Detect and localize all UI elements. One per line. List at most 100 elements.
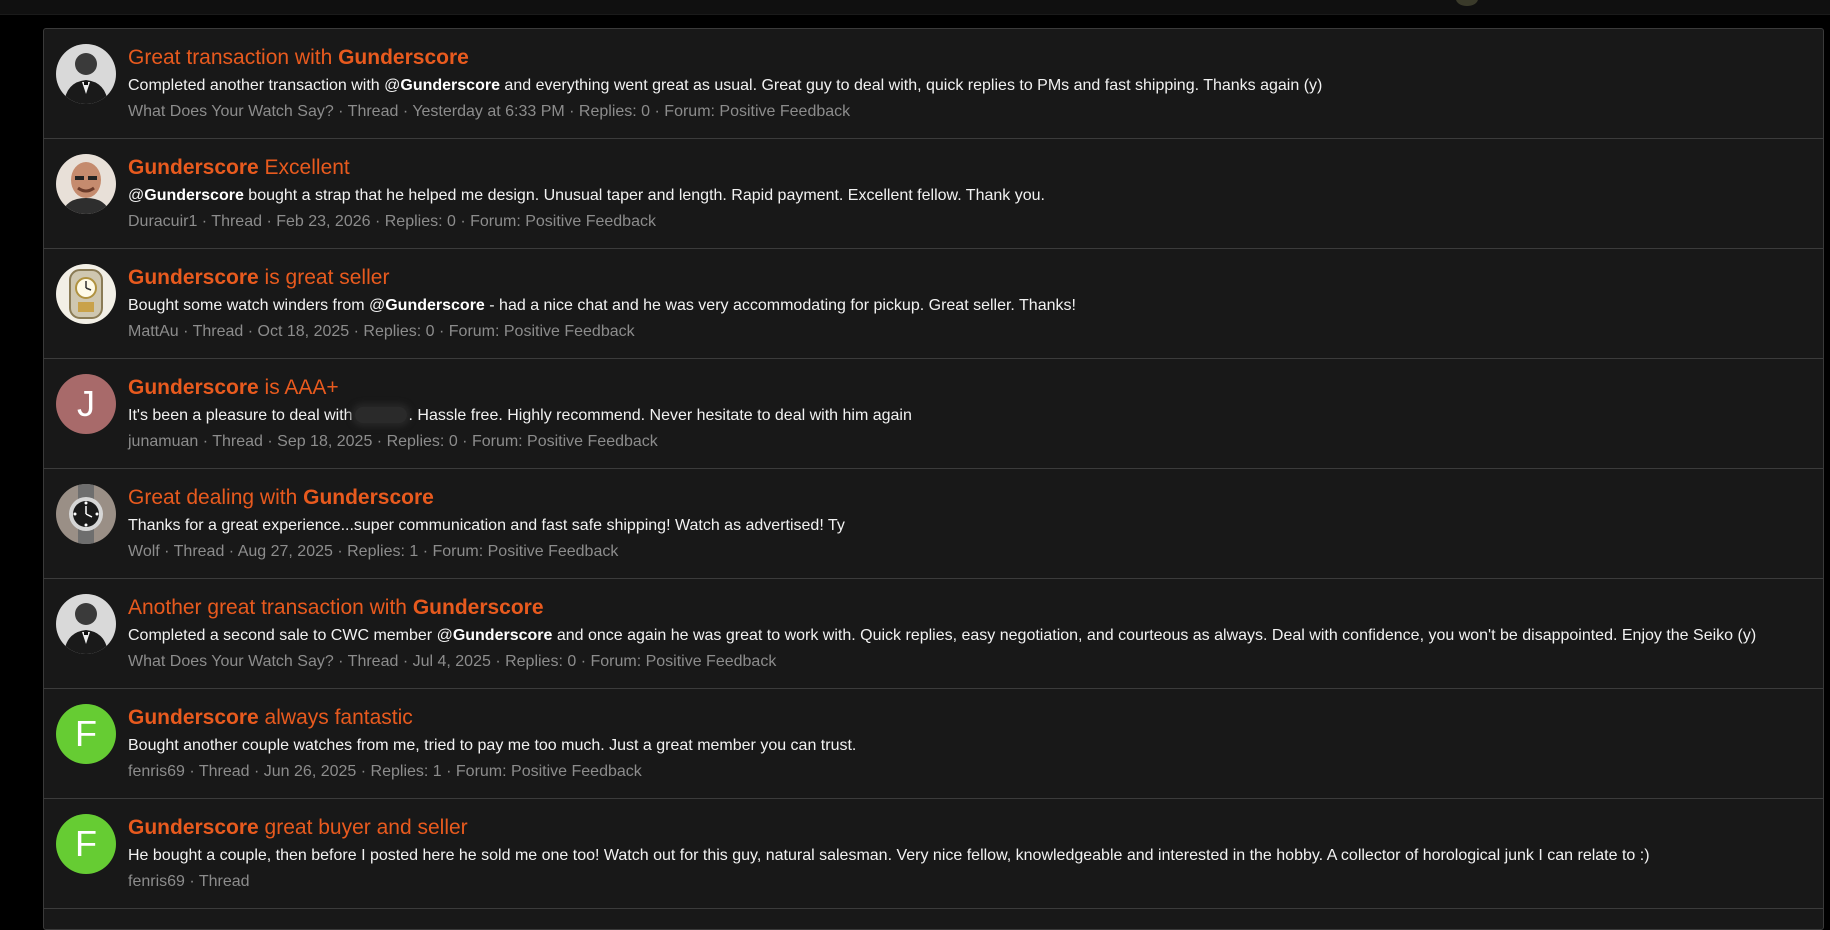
- result-title-link[interactable]: Gunderscore is AAA+: [128, 374, 1811, 402]
- forum-link[interactable]: Forum: Positive Feedback: [664, 103, 850, 120]
- forum-link[interactable]: Forum: Positive Feedback: [433, 543, 619, 560]
- author-avatar[interactable]: F: [56, 704, 116, 764]
- title-highlight: Gunderscore: [128, 376, 259, 399]
- snippet-text: Completed another transaction with @: [128, 77, 401, 94]
- forum-link[interactable]: Forum: Positive Feedback: [449, 323, 635, 340]
- forum-link[interactable]: Forum: Positive Feedback: [470, 213, 656, 230]
- result-title-link[interactable]: Gunderscore Excellent: [128, 154, 1811, 182]
- meta-separator: ·: [370, 213, 385, 230]
- meta-separator: ·: [490, 653, 506, 670]
- meta-separator: ·: [455, 213, 471, 230]
- author-link[interactable]: What Does Your Watch Say?: [128, 103, 334, 120]
- redacted-username: [354, 407, 407, 423]
- meta-separator: ·: [457, 433, 472, 450]
- result-snippet: Thanks for a great experience...super co…: [128, 515, 1811, 537]
- snippet-text: . Hassle free. Highly recommend. Never h…: [408, 407, 912, 424]
- post-date: Feb 23, 2026: [276, 213, 371, 230]
- forum-link[interactable]: Forum: Positive Feedback: [590, 653, 776, 670]
- meta-separator: ·: [332, 543, 348, 560]
- meta-separator: ·: [184, 873, 199, 890]
- search-result-item: Gunderscore is great seller Bought some w…: [44, 249, 1823, 359]
- avatar-letter: J: [56, 374, 116, 434]
- title-highlight: Gunderscore: [128, 156, 259, 179]
- reply-count: Replies: 0: [505, 653, 577, 670]
- author-link[interactable]: What Does Your Watch Say?: [128, 653, 334, 670]
- user-avatar[interactable]: [1456, 0, 1478, 6]
- result-title-link[interactable]: Gunderscore always fantastic: [128, 704, 1811, 732]
- post-date: Yesterday at 6:33 PM: [412, 103, 565, 120]
- result-content: Gunderscore is great seller Bought some w…: [128, 264, 1811, 343]
- snippet-text: and once again he was great to work with…: [552, 627, 1757, 644]
- author-link[interactable]: MattAu: [128, 323, 179, 340]
- result-title-link[interactable]: Gunderscore is great seller: [128, 264, 1811, 292]
- result-content: Great transaction with Gunderscore Comple…: [128, 44, 1811, 123]
- reply-count: Replies: 0: [386, 433, 458, 450]
- result-meta: MattAu · Thread · Oct 18, 2025 · Replies…: [128, 321, 1811, 343]
- title-highlight: Gunderscore: [412, 596, 544, 619]
- meta-separator: ·: [249, 763, 264, 780]
- search-result-item: Another great transaction with Gundersco…: [44, 579, 1823, 689]
- content-type: Thread: [198, 763, 250, 780]
- meta-separator: ·: [198, 433, 213, 450]
- reply-count: Replies: 0: [578, 103, 651, 120]
- result-snippet: Bought another couple watches from me, t…: [128, 735, 1811, 757]
- author-link[interactable]: fenris69: [128, 763, 185, 780]
- avatar-letter: F: [56, 704, 116, 764]
- author-link[interactable]: junamuan: [128, 433, 198, 450]
- result-title-link[interactable]: Gunderscore great buyer and seller: [128, 814, 1811, 842]
- title-text: Great dealing with: [128, 486, 304, 509]
- snippet-highlight: Gunderscore: [400, 77, 500, 94]
- meta-separator: ·: [372, 433, 387, 450]
- result-meta: Wolf · Thread · Aug 27, 2025 · Replies: …: [128, 541, 1811, 563]
- meta-separator: ·: [333, 103, 348, 120]
- avatar-letter: F: [56, 814, 116, 874]
- title-text: is AAA+: [258, 376, 339, 399]
- content-type: Thread: [173, 543, 225, 560]
- result-content: Great dealing with Gunderscore Thanks for…: [128, 484, 1811, 563]
- content-type: Thread: [211, 213, 262, 230]
- author-link[interactable]: Duracuir1: [128, 213, 197, 230]
- post-date: Jul 4, 2025: [412, 653, 491, 670]
- search-result-item: Great dealing with Gunderscore Thanks for…: [44, 469, 1823, 579]
- result-content: Gunderscore is AAA+ It's been a pleasure …: [128, 374, 1811, 453]
- clock-avatar[interactable]: [56, 264, 116, 324]
- tuxedo-man-avatar[interactable]: [56, 594, 116, 654]
- result-title-link[interactable]: Another great transaction with Gundersco…: [128, 594, 1811, 622]
- post-date: Jun 26, 2025: [263, 763, 357, 780]
- meta-separator: ·: [197, 213, 212, 230]
- bald-man-avatar[interactable]: [56, 154, 116, 214]
- result-content: Gunderscore Excellent @Gunderscore bought…: [128, 154, 1811, 233]
- forum-link[interactable]: Forum: Positive Feedback: [472, 433, 658, 450]
- author-avatar[interactable]: F: [56, 814, 116, 874]
- snippet-text: Thanks for a great experience...super co…: [128, 517, 845, 534]
- content-type: Thread: [192, 323, 244, 340]
- title-highlight: Gunderscore: [128, 816, 259, 839]
- tuxedo-man-avatar[interactable]: [56, 44, 116, 104]
- snippet-text: - had a nice chat and he was very accomm…: [484, 297, 1076, 314]
- author-link[interactable]: fenris69: [128, 873, 185, 890]
- snippet-text: bought a strap that he helped me design.…: [243, 187, 1045, 204]
- forum-link[interactable]: Forum: Positive Feedback: [456, 763, 642, 780]
- title-text: always fantastic: [258, 706, 413, 729]
- result-snippet: Completed a second sale to CWC member @G…: [128, 625, 1811, 647]
- meta-separator: ·: [349, 323, 364, 340]
- search-result-item: F Gunderscore great buyer and seller He bo…: [44, 799, 1823, 909]
- title-text: Excellent: [258, 156, 350, 179]
- wristwatch-avatar[interactable]: [56, 484, 116, 544]
- snippet-text: and everything went great as usual. Grea…: [499, 77, 1323, 94]
- meta-separator: ·: [184, 763, 199, 780]
- result-title-link[interactable]: Great dealing with Gunderscore: [128, 484, 1811, 512]
- result-meta: What Does Your Watch Say? · Thread · Jul…: [128, 651, 1811, 673]
- snippet-text: He bought a couple, then before I posted…: [128, 847, 1650, 864]
- snippet-text: Bought some watch winders from @: [128, 297, 386, 314]
- meta-separator: ·: [434, 323, 449, 340]
- author-link[interactable]: Wolf: [128, 543, 160, 560]
- result-snippet: @Gunderscore bought a strap that he help…: [128, 185, 1811, 207]
- reply-count: Replies: 0: [384, 213, 456, 230]
- result-title-link[interactable]: Great transaction with Gunderscore: [128, 44, 1811, 72]
- author-avatar[interactable]: J: [56, 374, 116, 434]
- meta-separator: ·: [441, 763, 456, 780]
- content-type: Thread: [212, 433, 263, 450]
- result-snippet: It's been a pleasure to deal with . Hassl…: [128, 405, 1811, 427]
- meta-separator: ·: [564, 103, 579, 120]
